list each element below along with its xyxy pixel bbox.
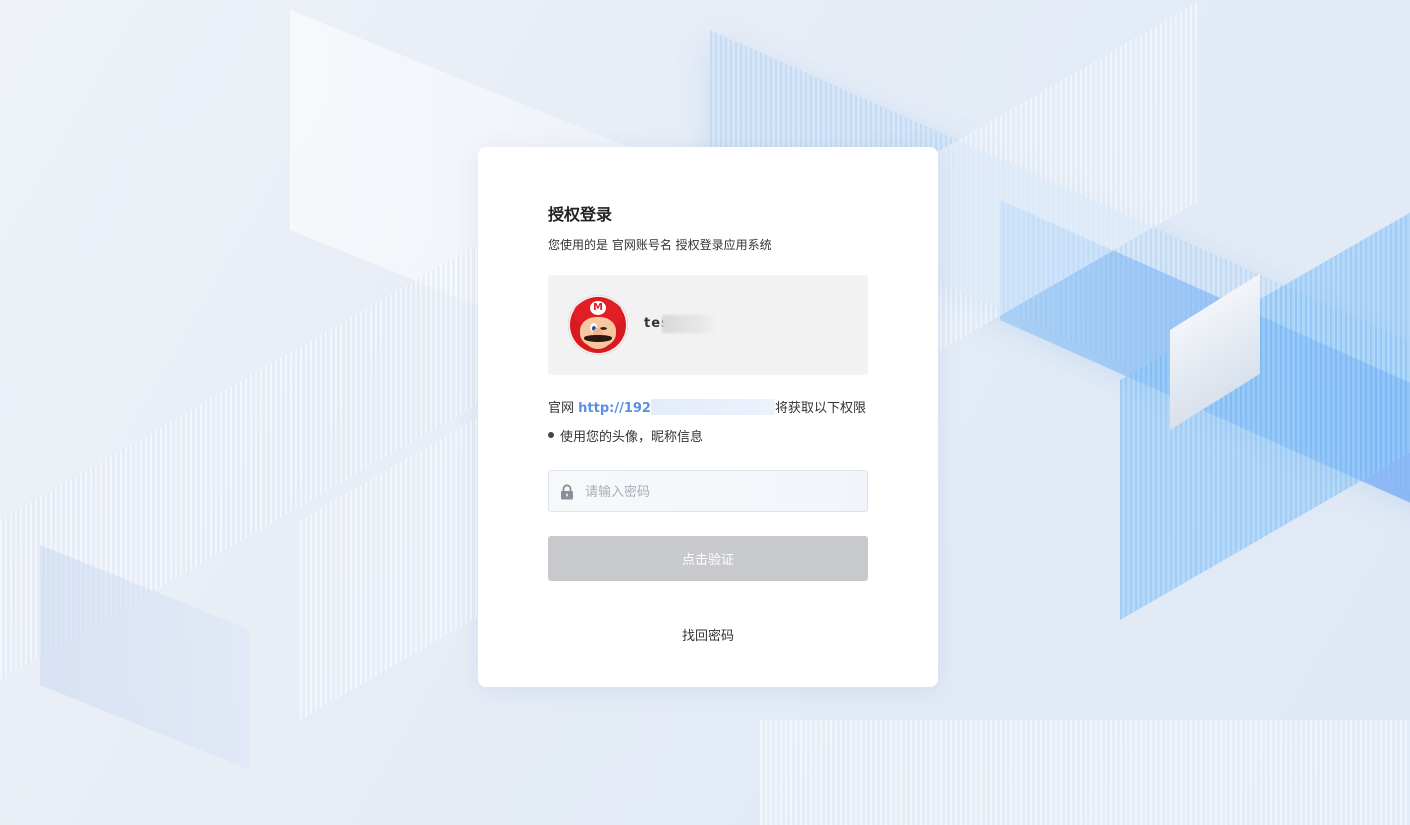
permission-item: 使用您的头像，昵称信息 [548,430,868,446]
auth-subtitle: 您使用的是 官网账号名 授权登录应用系统 [548,238,772,252]
app-url-link[interactable]: http://192 [578,401,651,416]
permission-prefix: 官网 [548,401,579,416]
page-title: 授权登录 [548,205,613,224]
bullet-icon [548,432,554,438]
permission-item-label: 使用您的头像，昵称信息 [560,430,704,445]
mario-avatar-icon: M [568,295,628,355]
background-shape [760,720,1410,825]
card-content: 授权登录 您使用的是 官网账号名 授权登录应用系统 M tes 官网 http:… [548,205,868,644]
auth-login-card: 授权登录 您使用的是 官网账号名 授权登录应用系统 M tes 官网 http:… [478,147,938,687]
permission-suffix: 将获取以下权限 [774,401,866,416]
password-input[interactable] [583,471,857,513]
account-info-box: M tes [548,275,868,375]
url-redaction [650,399,775,415]
password-field[interactable] [548,470,868,513]
permission-statement: 官网 http://192 将获取以下权限 [548,399,868,416]
forgot-password-link[interactable]: 找回密码 [548,625,868,644]
verify-button[interactable]: 点击验证 [548,536,868,581]
lock-icon [561,484,573,500]
username-redaction [662,315,718,333]
